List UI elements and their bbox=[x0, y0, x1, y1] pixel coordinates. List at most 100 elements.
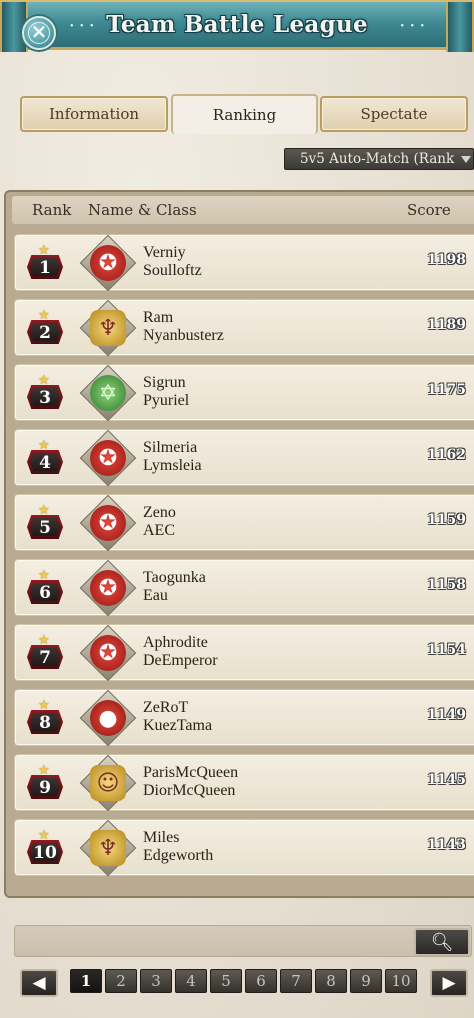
page-button-5[interactable]: 5 bbox=[210, 969, 242, 993]
red-star-crest-icon: ✪ bbox=[79, 559, 137, 617]
player-score: 1145 bbox=[427, 772, 466, 788]
close-button[interactable]: ✕ bbox=[22, 16, 56, 50]
page-button-1[interactable]: 1 bbox=[70, 969, 102, 993]
rank-number: 4 bbox=[39, 453, 51, 473]
pagination: ◀ 1 2 3 4 5 6 7 8 9 10 ▶ bbox=[0, 968, 474, 998]
player-score: 1159 bbox=[427, 512, 466, 528]
star-icon: ★ bbox=[38, 568, 50, 583]
page-button-9[interactable]: 9 bbox=[350, 969, 382, 993]
player-score: 1162 bbox=[427, 447, 466, 463]
player-team: DiorMcQueen bbox=[143, 782, 236, 799]
player-score: 1154 bbox=[427, 642, 466, 658]
page-button-3[interactable]: 3 bbox=[140, 969, 172, 993]
rank-number: 6 bbox=[39, 583, 51, 603]
next-page-button[interactable]: ▶ bbox=[430, 969, 468, 997]
rank-number: 5 bbox=[39, 518, 51, 538]
chevron-down-icon bbox=[461, 156, 471, 163]
left-arrow-icon: ◀ bbox=[32, 973, 46, 993]
red-bomb-crest-icon: ● bbox=[79, 689, 137, 747]
rank-badge: ★ 6 bbox=[27, 568, 63, 606]
tab-bar: Information Spectate Ranking bbox=[20, 94, 468, 134]
rank-number: 10 bbox=[33, 843, 57, 863]
player-names: Ram Nyanbusterz bbox=[143, 309, 224, 345]
page-button-7[interactable]: 7 bbox=[280, 969, 312, 993]
tab-ranking[interactable]: Ranking bbox=[171, 94, 318, 134]
close-icon: ✕ bbox=[30, 20, 48, 44]
star-icon: ★ bbox=[38, 503, 50, 518]
red-star-crest-icon: ✪ bbox=[79, 624, 137, 682]
search-input[interactable] bbox=[14, 925, 472, 957]
rank-number: 8 bbox=[39, 713, 51, 733]
gold-face-crest-icon: ☺ bbox=[79, 754, 137, 812]
player-name: Taogunka bbox=[143, 569, 206, 586]
star-icon: ★ bbox=[38, 633, 50, 648]
player-team: Soulloftz bbox=[143, 262, 202, 279]
star-icon: ★ bbox=[38, 763, 50, 778]
rank-badge: ★ 2 bbox=[27, 308, 63, 346]
star-icon: ★ bbox=[38, 243, 50, 258]
red-star-crest-icon: ✪ bbox=[79, 494, 137, 552]
player-name: ParisMcQueen bbox=[143, 764, 239, 781]
rank-badge: ★ 3 bbox=[27, 373, 63, 411]
player-team: KuezTama bbox=[143, 717, 213, 734]
rank-number: 7 bbox=[39, 648, 51, 668]
table-row[interactable]: ★ 3 ✡ Sigrun Pyuriel 1175 bbox=[14, 364, 474, 422]
banner-ornament-right: • • • bbox=[400, 21, 426, 32]
player-names: Taogunka Eau bbox=[143, 569, 206, 605]
search-button[interactable]: 🔍︎ bbox=[414, 928, 470, 956]
previous-page-button[interactable]: ◀ bbox=[20, 969, 58, 997]
match-type-dropdown[interactable]: 5v5 Auto-Match (Rank bbox=[284, 148, 474, 170]
player-team: DeEmperor bbox=[143, 652, 218, 669]
tab-spectate[interactable]: Spectate bbox=[320, 96, 468, 132]
header-name-class: Name & Class bbox=[88, 201, 197, 219]
page-button-10[interactable]: 10 bbox=[385, 969, 417, 993]
page-button-4[interactable]: 4 bbox=[175, 969, 207, 993]
player-score: 1158 bbox=[427, 577, 466, 593]
player-name: Miles bbox=[143, 829, 180, 846]
player-name: ZeRoT bbox=[143, 699, 189, 716]
table-row[interactable]: ★ 1 ✪ Verniy Soulloftz 1198 bbox=[14, 234, 474, 292]
search-icon: 🔍︎ bbox=[430, 931, 454, 953]
table-row[interactable]: ★ 8 ● ZeRoT KuezTama 1149 bbox=[14, 689, 474, 747]
player-score: 1175 bbox=[427, 382, 466, 398]
page-button-8[interactable]: 8 bbox=[315, 969, 347, 993]
table-row[interactable]: ★ 2 ♆ Ram Nyanbusterz 1189 bbox=[14, 299, 474, 357]
player-name: Ram bbox=[143, 309, 174, 326]
table-header: Rank Name & Class Score bbox=[12, 196, 474, 224]
player-team: Eau bbox=[143, 587, 168, 604]
rank-badge: ★ 10 bbox=[27, 828, 63, 866]
player-team: AEC bbox=[143, 522, 175, 539]
star-icon: ★ bbox=[38, 438, 50, 453]
right-arrow-icon: ▶ bbox=[442, 973, 456, 993]
player-name: Silmeria bbox=[143, 439, 198, 456]
player-score: 1143 bbox=[427, 837, 466, 853]
player-names: Silmeria Lymsleia bbox=[143, 439, 202, 475]
player-name: Sigrun bbox=[143, 374, 186, 391]
rank-badge: ★ 5 bbox=[27, 503, 63, 541]
rank-badge: ★ 4 bbox=[27, 438, 63, 476]
player-name: Zeno bbox=[143, 504, 176, 521]
title-banner: • • • Team Battle League • • • bbox=[0, 0, 474, 52]
table-row[interactable]: ★ 5 ✪ Zeno AEC 1159 bbox=[14, 494, 474, 552]
player-names: Miles Edgeworth bbox=[143, 829, 213, 865]
banner-ornament-left: • • • bbox=[70, 21, 96, 32]
player-names: Zeno AEC bbox=[143, 504, 176, 540]
star-icon: ★ bbox=[38, 828, 50, 843]
player-team: Pyuriel bbox=[143, 392, 190, 409]
player-names: ZeRoT KuezTama bbox=[143, 699, 212, 735]
table-row[interactable]: ★ 9 ☺ ParisMcQueen DiorMcQueen 1145 bbox=[14, 754, 474, 812]
page-button-6[interactable]: 6 bbox=[245, 969, 277, 993]
table-row[interactable]: ★ 10 ♆ Miles Edgeworth 1143 bbox=[14, 819, 474, 877]
player-team: Edgeworth bbox=[143, 847, 214, 864]
rank-badge: ★ 7 bbox=[27, 633, 63, 671]
star-icon: ★ bbox=[38, 373, 50, 388]
player-name: Aphrodite bbox=[143, 634, 208, 651]
tab-information[interactable]: Information bbox=[20, 96, 168, 132]
page-button-2[interactable]: 2 bbox=[105, 969, 137, 993]
table-row[interactable]: ★ 7 ✪ Aphrodite DeEmperor 1154 bbox=[14, 624, 474, 682]
table-row[interactable]: ★ 6 ✪ Taogunka Eau 1158 bbox=[14, 559, 474, 617]
player-team: Nyanbusterz bbox=[143, 327, 224, 344]
rank-number: 9 bbox=[39, 778, 51, 798]
green-hexagram-crest-icon: ✡ bbox=[79, 364, 137, 422]
table-row[interactable]: ★ 4 ✪ Silmeria Lymsleia 1162 bbox=[14, 429, 474, 487]
